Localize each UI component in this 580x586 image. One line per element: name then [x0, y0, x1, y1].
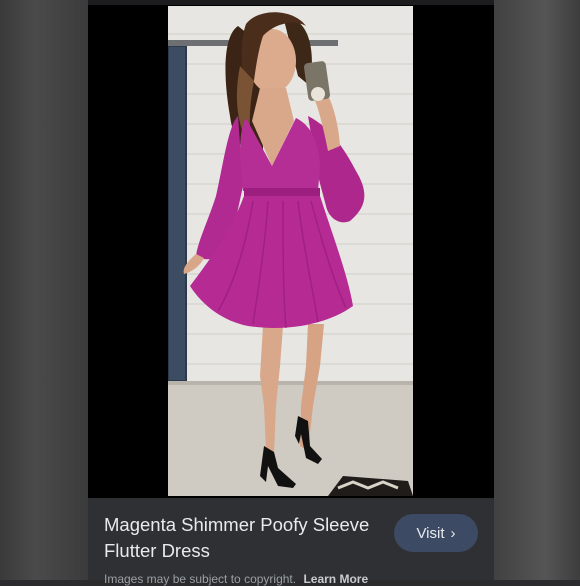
- learn-more-link[interactable]: Learn More: [303, 572, 368, 586]
- blurred-background-left: [0, 0, 88, 580]
- visit-button[interactable]: Visit ›: [394, 514, 478, 552]
- blurred-background-right: [494, 0, 580, 580]
- panel-top-strip: [88, 0, 494, 5]
- copyright-text: Images may be subject to copyright.: [104, 572, 297, 586]
- result-caption: Magenta Shimmer Poofy Sleeve Flutter Dre…: [88, 498, 494, 586]
- copyright-notice: Images may be subject to copyright. Lear…: [104, 572, 368, 586]
- image-preview-panel: Magenta Shimmer Poofy Sleeve Flutter Dre…: [88, 0, 494, 586]
- product-photo[interactable]: [168, 6, 413, 496]
- product-title[interactable]: Magenta Shimmer Poofy Sleeve Flutter Dre…: [104, 512, 384, 564]
- chevron-right-icon: ›: [450, 524, 456, 542]
- visit-label: Visit: [416, 524, 445, 542]
